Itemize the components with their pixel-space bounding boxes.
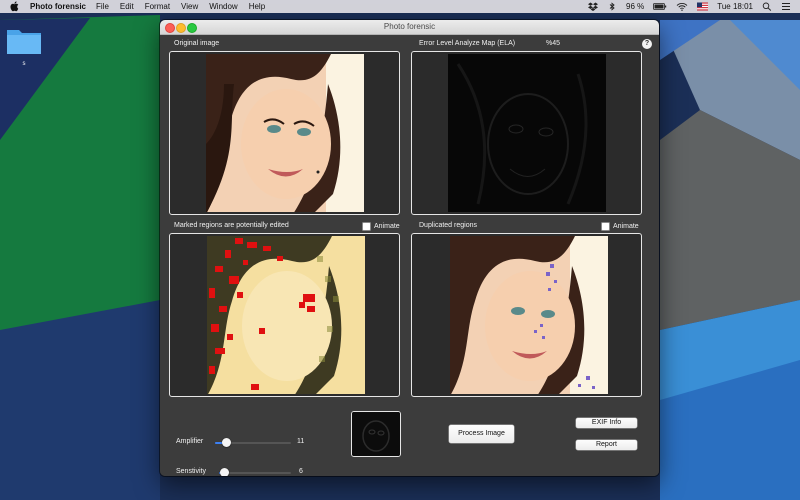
sensitivity-label: Senstivity [176, 468, 206, 475]
desktop-folder-icon[interactable] [6, 26, 42, 56]
duplicated-regions-label: Duplicated regions [419, 222, 477, 229]
menu-bar: Photo forensic File Edit Format View Win… [0, 0, 800, 13]
duplicated-animate-checkbox[interactable]: Animate [601, 222, 639, 231]
dropbox-icon[interactable] [588, 2, 599, 11]
battery-percentage: 96 % [626, 2, 645, 11]
menu-view[interactable]: View [181, 2, 198, 11]
marked-regions-label: Marked regions are potentially edited [174, 222, 289, 229]
window-content: Original image Error Level Analyze Map (… [160, 35, 659, 476]
notification-center-icon[interactable] [781, 2, 791, 11]
spotlight-search-icon[interactable] [762, 2, 772, 11]
marked-regions-panel [169, 233, 400, 397]
ela-map-panel [411, 51, 642, 215]
sensitivity-slider-knob[interactable] [220, 468, 230, 476]
marked-animate-checkbox[interactable]: Animate [362, 222, 400, 231]
menu-format[interactable]: Format [145, 2, 170, 11]
sensitivity-slider[interactable] [219, 468, 291, 476]
marked-animate-box[interactable] [362, 222, 371, 231]
menu-app-name[interactable]: Photo forensic [30, 2, 86, 11]
apple-menu-icon[interactable] [10, 1, 20, 12]
duplicated-animate-box[interactable] [601, 222, 610, 231]
help-button[interactable]: ? [642, 39, 652, 49]
desktop-folder-label[interactable]: s [6, 61, 42, 67]
marked-regions-image [207, 236, 365, 394]
amplifier-slider[interactable] [215, 438, 291, 447]
amplifier-label: Amplifier [176, 438, 204, 445]
original-image-panel [169, 51, 400, 215]
menu-clock[interactable]: Tue 18:01 [717, 2, 753, 11]
menu-edit[interactable]: Edit [120, 2, 134, 11]
duplicated-regions-image [450, 236, 608, 394]
amplifier-value: 11 [297, 438, 305, 445]
menu-help[interactable]: Help [249, 2, 265, 11]
sensitivity-value: 6 [299, 468, 303, 475]
menu-window[interactable]: Window [209, 2, 237, 11]
amplifier-slider-knob[interactable] [221, 438, 231, 447]
window-title: Photo forensic [383, 22, 436, 31]
window-titlebar[interactable]: Photo forensic [160, 20, 659, 35]
report-button[interactable]: Report [576, 440, 637, 450]
marked-animate-label: Animate [374, 223, 400, 230]
menu-file[interactable]: File [96, 2, 109, 11]
battery-icon[interactable] [653, 2, 667, 11]
wifi-icon[interactable] [676, 2, 688, 11]
ela-map-label: Error Level Analyze Map (ELA) [419, 40, 516, 47]
duplicated-animate-label: Animate [613, 223, 639, 230]
duplicated-regions-panel [411, 233, 642, 397]
process-image-button[interactable]: Process Image [449, 425, 514, 443]
exif-info-button[interactable]: EXIF Info [576, 418, 637, 428]
status-menus: 96 % Tue 18:01 [588, 0, 800, 13]
original-image [206, 54, 364, 212]
photo-forensic-window: Photo forensic Original image Error Leve… [160, 20, 659, 476]
ela-percent: %45 [546, 40, 561, 47]
original-image-label: Original image [174, 40, 220, 47]
ela-thumbnail[interactable] [351, 411, 401, 457]
us-flag-icon[interactable] [697, 2, 709, 11]
bluetooth-icon[interactable] [607, 2, 617, 11]
ela-map-image [448, 54, 606, 212]
